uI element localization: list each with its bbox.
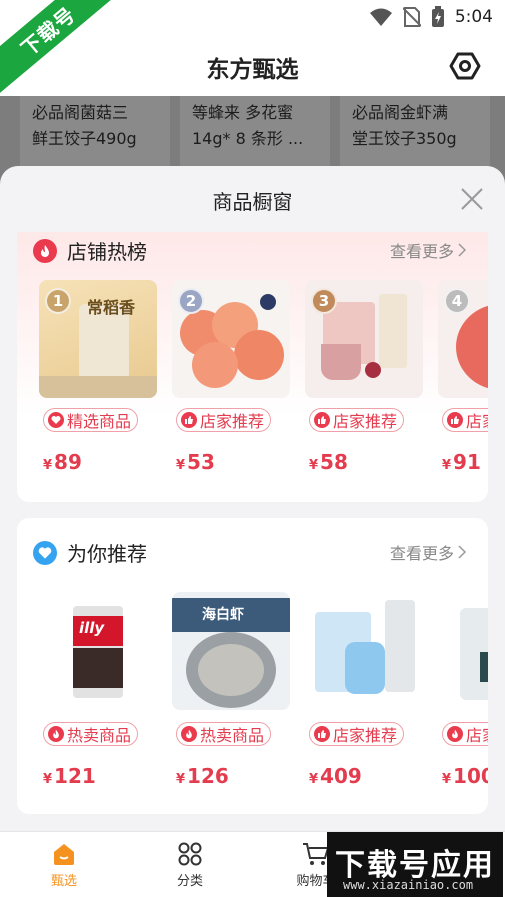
- price: ¥409: [309, 764, 362, 788]
- tag-hot-selling: 热卖商品: [176, 722, 272, 746]
- rank-badge: 2: [178, 288, 204, 314]
- sheet-scroll-area[interactable]: 店铺热榜 查看更多 常稻香 1 精选商品 ¥89 2 店家推荐 ¥ 53 3 店…: [0, 232, 505, 831]
- thumbs-up-icon: [447, 412, 463, 428]
- hexagon-settings-icon[interactable]: [449, 50, 481, 82]
- background-product: 必品阁菌菇三 鲜王饺子490g: [20, 96, 170, 166]
- battery-charging-icon: [431, 6, 444, 27]
- flame-icon: [33, 238, 57, 263]
- watermark-url: www.xiazainiao.com: [343, 878, 474, 892]
- price: ¥100: [442, 764, 488, 788]
- section-header: 店铺热榜: [33, 236, 147, 265]
- cart-icon: [303, 843, 330, 865]
- thumbs-up-icon: [181, 412, 197, 428]
- price: ¥58: [309, 450, 348, 474]
- tag-label: 店家推荐: [333, 412, 398, 431]
- chevron-right-icon: [458, 243, 466, 257]
- close-icon[interactable]: [459, 186, 485, 212]
- product-name-line: 鲜王饺子490g: [32, 129, 137, 148]
- status-time: 5:04: [454, 7, 493, 27]
- tag-label: 店家推荐: [466, 726, 488, 745]
- tag-label: 店家推荐: [333, 726, 398, 745]
- chevron-right-icon: [458, 545, 466, 559]
- tag-label: 店家推荐: [200, 412, 265, 431]
- tag-store-recommend: 店家推荐: [176, 408, 272, 432]
- product-name-line: 必品阁菌菇三: [32, 103, 129, 122]
- price: ¥89: [43, 450, 82, 474]
- watermark: 下载号应用 www.xiazainiao.com: [327, 832, 503, 897]
- price: ¥53: [176, 450, 215, 474]
- app-header: 东方甄选: [0, 34, 505, 96]
- heart-badge-icon: [33, 540, 57, 565]
- tag-label: 热卖商品: [67, 726, 132, 745]
- tag-featured: 精选商品: [43, 408, 139, 432]
- flame-icon: [181, 726, 197, 742]
- coffee-can-icon: illy: [39, 592, 157, 710]
- view-more-link[interactable]: 查看更多: [390, 540, 466, 564]
- product-name-line: 堂王饺子350g: [352, 129, 457, 148]
- tag-store-recommend: 店家推荐: [309, 722, 405, 746]
- background-product: 等蜂来 多花蜜 14g* 8 条形 ...: [180, 96, 330, 166]
- recommend-section: 为你推荐 查看更多 illy 热卖商品 ¥121 海白虾 热卖商品 ¥ 126 …: [17, 518, 488, 814]
- tag-store-recommend: 店家推荐: [442, 722, 488, 746]
- tag-store-recommend: 店家推荐: [442, 408, 488, 432]
- status-icons: 5:04: [369, 6, 493, 28]
- product-name-line: 必品阁金虾满: [352, 103, 449, 122]
- price: ¥91: [442, 450, 481, 474]
- sim-off-icon: [402, 7, 421, 27]
- view-more-label: 查看更多: [389, 544, 454, 563]
- nav-item-home[interactable]: 甄选: [24, 842, 104, 889]
- tag-store-recommend: 店家推荐: [309, 408, 405, 432]
- water-bottle-icon: [305, 592, 423, 710]
- rank-badge: 4: [444, 288, 470, 314]
- store-hot-list-section: 店铺热榜 查看更多 常稻香 1 精选商品 ¥89 2 店家推荐 ¥ 53 3 店…: [17, 232, 488, 502]
- wifi-icon: [369, 8, 392, 26]
- nav-label: 分类: [176, 874, 203, 889]
- thumbs-up-icon: [314, 412, 330, 428]
- flame-icon: [447, 726, 463, 742]
- shrimp-box-icon: 海白虾: [172, 592, 290, 710]
- section-header: 为你推荐: [33, 538, 147, 567]
- tag-hot-selling: 热卖商品: [43, 722, 139, 746]
- nav-label: 甄选: [50, 874, 77, 889]
- tag-label: 精选商品: [67, 412, 132, 431]
- rice-bag-icon: [438, 592, 488, 710]
- product-window-sheet: 商品橱窗 店铺热榜 查看更多 常稻香 1 精选商品 ¥ 89 2 店家推荐 ¥ …: [0, 166, 505, 831]
- page-title: 东方甄选: [206, 57, 299, 83]
- product-name-line: 14g* 8 条形 ...: [192, 129, 304, 148]
- grid-icon: [178, 842, 202, 866]
- tag-label: 热卖商品: [200, 726, 265, 745]
- tag-label: 店家推荐: [466, 412, 488, 431]
- background-product: 必品阁金虾满 堂王饺子350g: [340, 96, 490, 166]
- rank-badge: 1: [45, 288, 71, 314]
- section-title: 为你推荐: [67, 542, 147, 566]
- thumbs-up-icon: [314, 726, 330, 742]
- price: ¥126: [176, 764, 229, 788]
- sheet-title: 商品橱窗: [212, 190, 293, 214]
- flame-icon: [48, 726, 64, 742]
- section-title: 店铺热榜: [67, 240, 147, 264]
- product-name-line: 等蜂来 多花蜜: [192, 103, 294, 122]
- rank-badge: 3: [311, 288, 337, 314]
- home-icon: [54, 844, 74, 865]
- nav-item-category[interactable]: 分类: [150, 842, 230, 889]
- view-more-label: 查看更多: [389, 242, 454, 261]
- heart-icon: [48, 412, 64, 428]
- view-more-link[interactable]: 查看更多: [390, 238, 466, 262]
- price: ¥121: [43, 764, 96, 788]
